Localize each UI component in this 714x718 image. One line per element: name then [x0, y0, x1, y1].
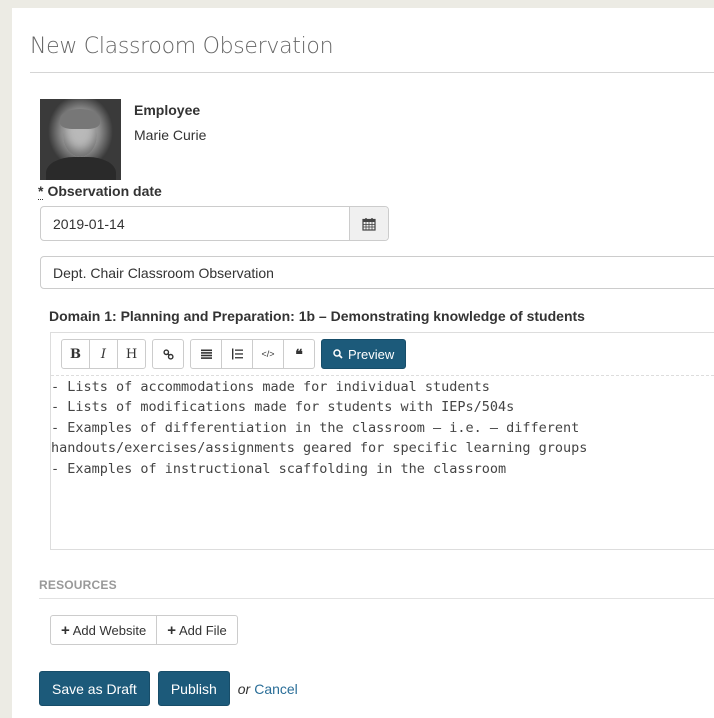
required-marker: * [38, 183, 44, 200]
code-icon: </> [261, 349, 275, 359]
observation-type-field[interactable]: Dept. Chair Classroom Observation [40, 256, 714, 289]
page-title: New Classroom Observation [30, 34, 334, 59]
calendar-button[interactable] [349, 207, 388, 240]
observation-date-input[interactable] [41, 207, 349, 240]
quote-button[interactable]: ❝ [283, 339, 315, 369]
editor-toolbar: B I H </> ❝ Preview [61, 339, 407, 369]
observation-date-group [40, 206, 389, 241]
code-button[interactable]: </> [252, 339, 284, 369]
calendar-icon [362, 217, 376, 231]
add-file-button[interactable]: + Add File [156, 615, 238, 645]
italic-button[interactable]: I [89, 339, 118, 369]
cancel-link[interactable]: Cancel [254, 681, 298, 697]
publish-button[interactable]: Publish [157, 671, 230, 706]
employee-label: Employee [134, 102, 201, 118]
numbered-list-button[interactable] [221, 339, 253, 369]
quote-icon: ❝ [295, 345, 303, 362]
bullet-list-button[interactable] [190, 339, 222, 369]
resources-divider [39, 598, 714, 599]
numbered-list-icon [231, 348, 243, 360]
editor-textarea[interactable]: - Lists of accommodations made for indiv… [51, 377, 714, 479]
preview-button[interactable]: Preview [321, 339, 407, 369]
employee-photo [40, 99, 121, 180]
title-divider [30, 72, 714, 73]
heading-button[interactable]: H [117, 339, 146, 369]
search-icon [333, 349, 343, 359]
domain-label: Domain 1: Planning and Preparation: 1b –… [49, 308, 585, 324]
employee-name: Marie Curie [134, 127, 207, 143]
observation-date-label: * Observation date [38, 183, 162, 200]
link-icon [162, 348, 174, 360]
bullet-list-icon [200, 349, 212, 359]
save-draft-button[interactable]: Save as Draft [39, 671, 150, 706]
format-group: B I H [61, 339, 146, 369]
resources-label: RESOURCES [39, 578, 117, 592]
link-button[interactable] [152, 339, 184, 369]
toolbar-divider [51, 375, 714, 376]
form-actions: Save as Draft Publish or Cancel [39, 671, 298, 706]
observation-form-card: New Classroom Observation Employee Marie… [12, 8, 714, 718]
link-group [152, 339, 184, 369]
add-website-button[interactable]: + Add Website [50, 615, 158, 645]
bold-button[interactable]: B [61, 339, 90, 369]
markdown-editor: B I H </> ❝ Preview - Lists of accommoda… [50, 332, 714, 550]
block-group: </> ❝ [190, 339, 315, 369]
resources-buttons: + Add Website + Add File [50, 615, 238, 645]
plus-icon: + [167, 621, 176, 639]
or-text: or [237, 680, 251, 697]
plus-icon: + [61, 621, 70, 639]
